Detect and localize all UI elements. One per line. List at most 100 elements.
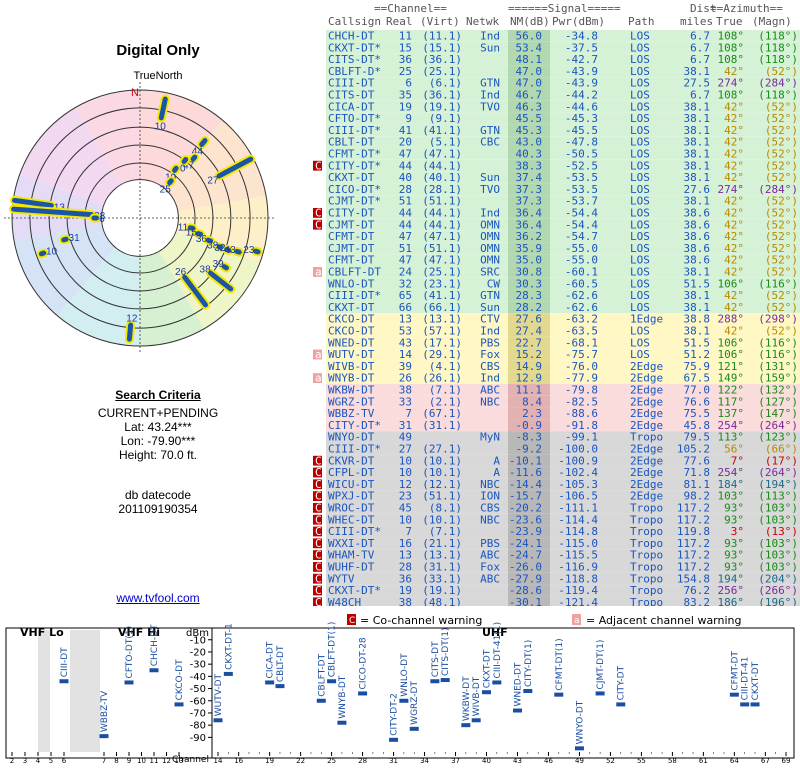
channel-signal-bar[interactable] [441, 678, 450, 682]
channel-signal-bar[interactable] [740, 702, 749, 706]
channel-signal-bar[interactable] [100, 734, 109, 738]
channel-signal-bar[interactable] [275, 684, 284, 688]
channel-signal-bar[interactable] [513, 709, 522, 713]
cell-nm: -30.1 [509, 596, 542, 606]
channel-signal-bar[interactable] [265, 680, 274, 684]
x-tick-label: 3 [23, 757, 27, 765]
channel-signal-bar[interactable] [60, 679, 69, 683]
criteria-lat: Lat: 43.24*** [40, 420, 276, 434]
cochannel-flag-letter: C [349, 616, 355, 626]
channel-signal-bar[interactable] [358, 691, 367, 695]
channel-signal-bar[interactable] [554, 693, 563, 697]
channel-station-label: WUTV-DT [214, 673, 224, 716]
cell-netwk: CBC [480, 136, 500, 149]
channel-station-label: WGRZ-DT [410, 681, 420, 725]
radar-marker[interactable] [175, 168, 177, 170]
cell-dist: 83.2 [684, 596, 711, 606]
channel-signal-bar[interactable] [175, 702, 184, 706]
radar-marker-label: 39 [213, 259, 225, 270]
channel-station-label: CHCH-DT [150, 624, 160, 666]
cell-netwk: NBC [480, 513, 500, 526]
channel-signal-bar[interactable] [523, 689, 532, 693]
x-tick-label: 55 [637, 757, 646, 765]
channel-signal-bar[interactable] [492, 680, 501, 684]
radar-marker[interactable] [193, 157, 195, 159]
radar-marker[interactable] [129, 325, 130, 339]
radar-marker[interactable] [64, 239, 66, 240]
warning-letter: C [315, 218, 322, 231]
cell-pwr: -121.4 [558, 596, 598, 606]
channel-signal-bar[interactable] [410, 727, 419, 731]
channel-station-label: WNED-DT [513, 662, 523, 706]
channel-signal-bar[interactable] [472, 718, 481, 722]
channel-signal-bar[interactable] [317, 699, 326, 703]
channel-signal-bar[interactable] [461, 723, 470, 727]
channel-signal-bar[interactable] [399, 699, 408, 703]
adjacent-legend: = Adjacent channel warning [586, 614, 742, 627]
x-tick-label: 52 [606, 757, 615, 765]
station-table: ==Channel== ======Signal===== Dist ==Azi… [312, 0, 800, 611]
x-tick-label: 46 [544, 757, 553, 765]
vhf-lo-label: VHF Lo [20, 626, 64, 639]
group-azimuth: ==Azimuth== [710, 2, 783, 15]
cell-netwk: Sun [480, 41, 500, 54]
y-tick-label: -70 [190, 708, 206, 719]
x-tick-label: 67 [761, 757, 770, 765]
channel-signal-bar[interactable] [430, 679, 439, 683]
channel-signal-bar[interactable] [482, 690, 491, 694]
radar-marker-label: 10 [46, 246, 58, 257]
radar-marker-label: 43 [225, 245, 237, 256]
channel-station-label: WNLO-DT [400, 653, 410, 697]
channel-signal-bar[interactable] [596, 691, 605, 695]
x-tick-label: 9 [127, 757, 131, 765]
y-tick-label: -80 [190, 721, 206, 732]
radar-marker-label: 27 [207, 176, 219, 187]
radar-marker[interactable] [170, 181, 172, 183]
channel-signal-bar[interactable] [730, 693, 739, 697]
warning-letter: a [315, 266, 322, 279]
x-tick-label: 19 [265, 757, 274, 765]
radar-marker[interactable] [202, 141, 205, 145]
radar-marker[interactable] [224, 267, 226, 268]
channel-signal-bar[interactable] [389, 738, 398, 742]
channel-station-label: CFMT-DT [730, 651, 740, 691]
band-gap [38, 630, 50, 752]
tvfool-link[interactable]: www.tvfool.com [90, 591, 226, 605]
hdr-netwk: Netwk [466, 15, 499, 28]
channel-station-label: WIVB-DT [472, 676, 482, 716]
radar-marker-label: 31 [69, 233, 81, 244]
hdr-callsign: Callsign [328, 15, 381, 28]
radar-marker[interactable] [184, 159, 186, 161]
radar-marker[interactable] [41, 253, 43, 254]
warning-letter: C [315, 159, 322, 172]
channel-signal-bar[interactable] [327, 679, 336, 683]
x-tick-label: 7 [102, 757, 106, 765]
warning-letter: C [315, 596, 322, 606]
channel-signal-bar[interactable] [214, 718, 223, 722]
cell-netwk: MyN [480, 431, 500, 444]
cell-callsign[interactable]: W48CH [328, 596, 361, 606]
db-code: 201109190354 [40, 502, 276, 516]
hdr-true: True [716, 15, 743, 28]
channel-signal-bar[interactable] [337, 721, 346, 725]
radar-marker[interactable] [256, 251, 258, 252]
radar-marker[interactable] [237, 251, 239, 252]
channel-signal-bar[interactable] [224, 672, 233, 676]
criteria-mode: CURRENT+PENDING [40, 406, 276, 420]
radar-marker-label: 23 [243, 245, 255, 256]
channel-signal-bar[interactable] [125, 680, 134, 684]
radar-plot: 1044472027192513286311011153638324323393… [0, 80, 312, 370]
channel-signal-bar[interactable] [616, 702, 625, 706]
x-tick-label: 37 [451, 757, 460, 765]
channel-signal-bar[interactable] [575, 746, 584, 750]
channel-chart: -10-20-30-40-50-60-70-80-902345678910111… [0, 612, 800, 773]
channel-signal-bar[interactable] [751, 702, 760, 706]
radar-marker-label: 6 [99, 214, 105, 225]
channel-station-label: CITY-DT-2 [390, 693, 400, 736]
x-tick-label: 49 [575, 757, 584, 765]
radar-marker-label: 38 [200, 264, 212, 275]
x-tick-label: 14 [214, 757, 223, 765]
y-tick-label: -30 [190, 660, 206, 671]
channel-station-label: CICO-DT-28 [359, 637, 369, 689]
channel-signal-bar[interactable] [150, 668, 159, 672]
